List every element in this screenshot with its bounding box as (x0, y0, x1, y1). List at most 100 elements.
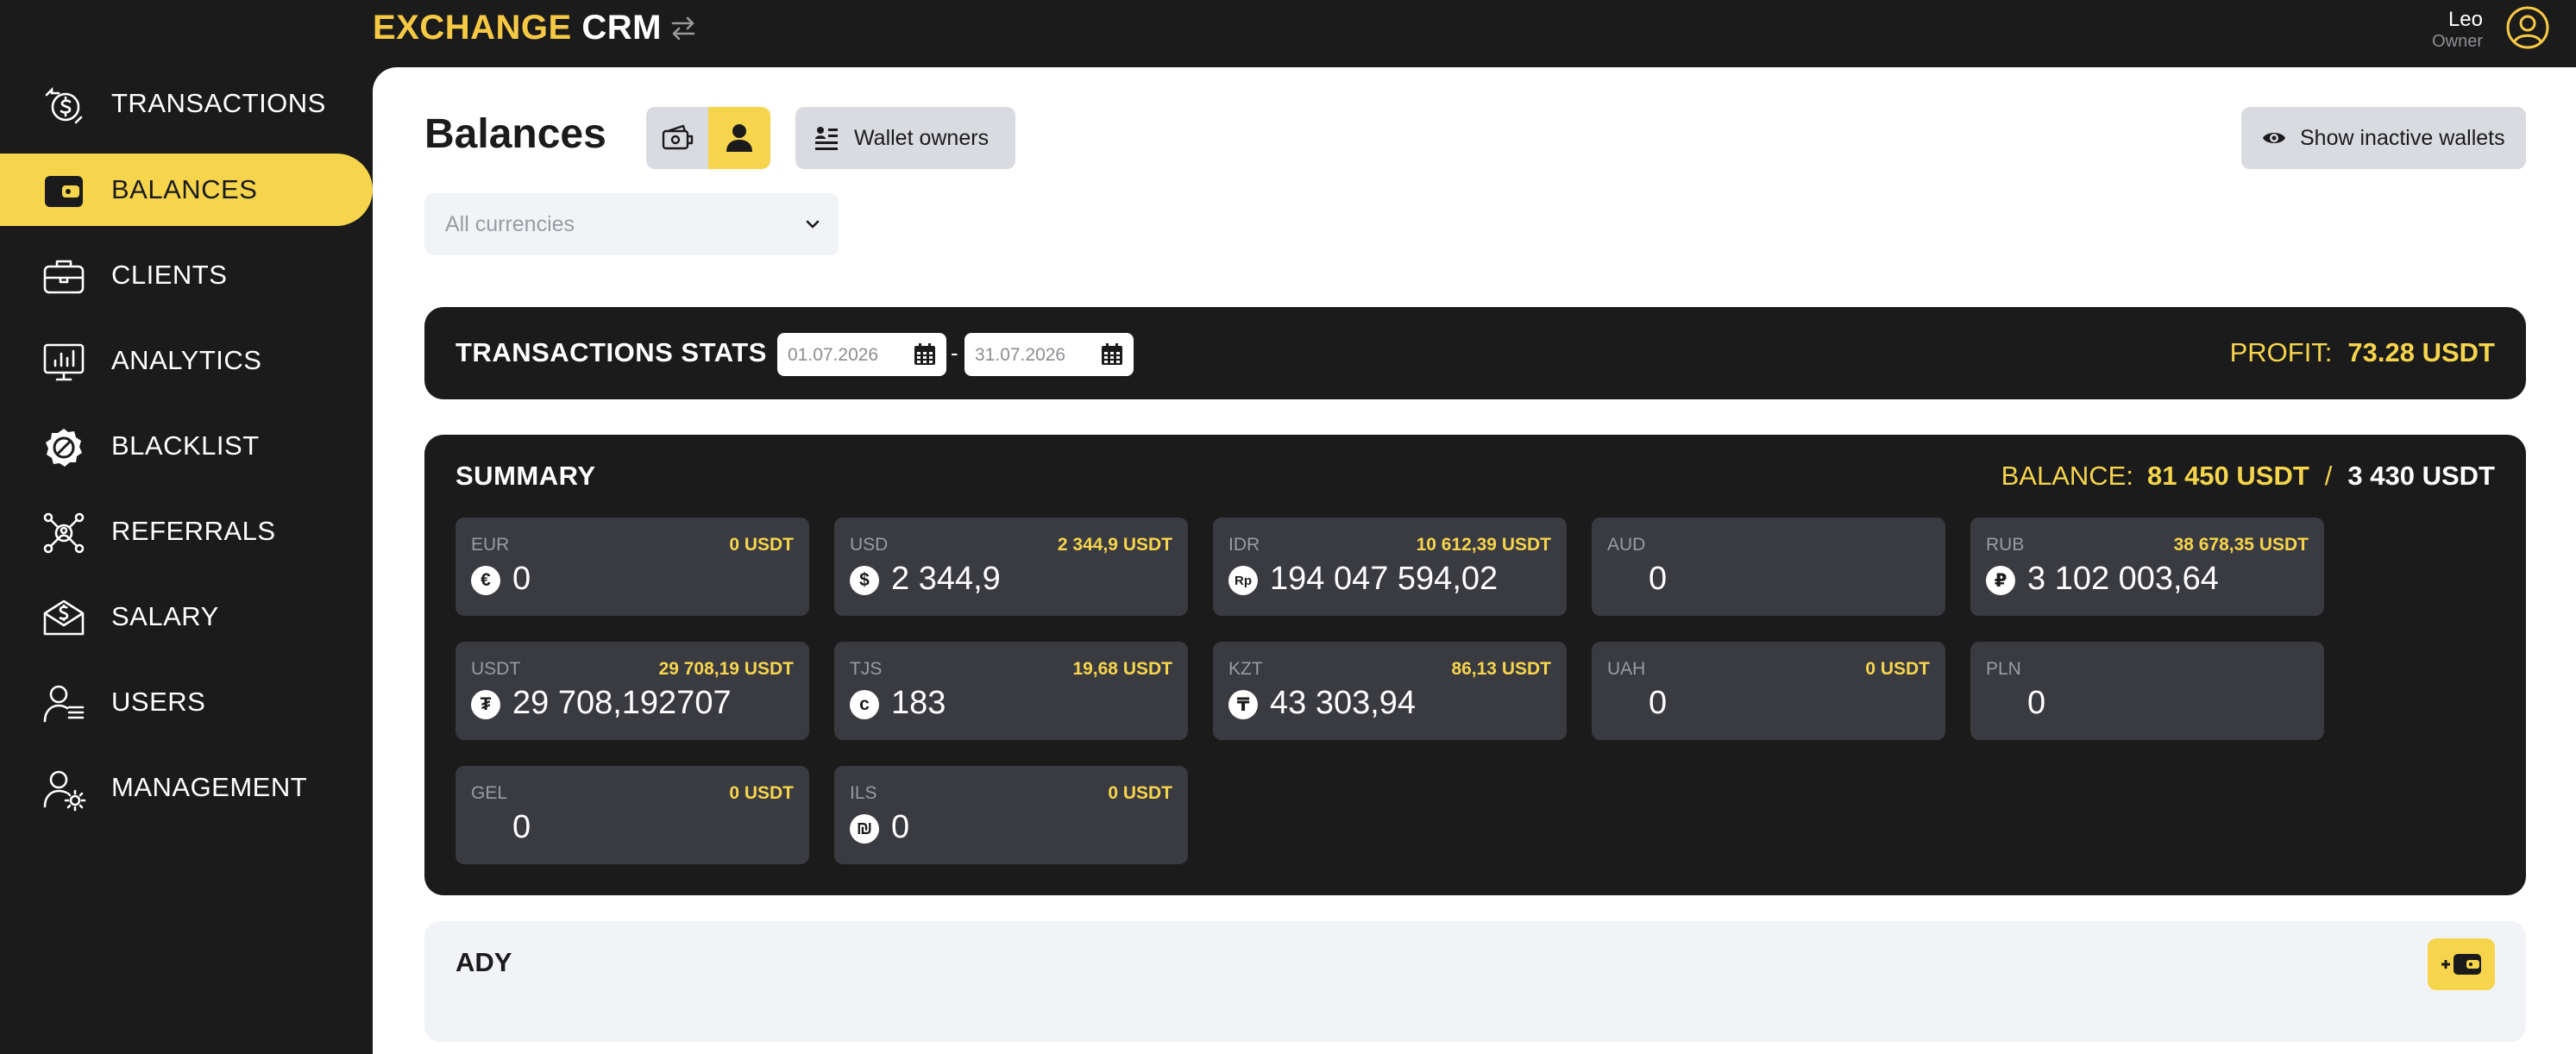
date-to-input[interactable]: 31.07.2026 (964, 333, 1134, 376)
currency-usdt-value: 0 USDT (729, 535, 794, 555)
currency-amount: 194 047 594,02 (1270, 561, 1498, 597)
currency-code: USD (850, 535, 889, 555)
referrals-icon (43, 512, 85, 554)
calendar-icon[interactable] (1101, 343, 1123, 366)
profit-label: PROFIT: (2229, 337, 2333, 367)
add-wallet-icon (2441, 954, 2481, 975)
currency-amount: 0 (512, 809, 531, 845)
currency-usdt-value: 0 USDT (1108, 783, 1172, 803)
currency-usdt-value: 19,68 USDT (1072, 659, 1172, 679)
swap-arrows-icon[interactable] (668, 14, 699, 43)
currency-card-gel[interactable]: GEL 0 USDT 0 (456, 766, 809, 864)
toggle-wallets-view[interactable] (646, 107, 708, 169)
cash-wallet-icon (662, 124, 694, 150)
balance-separator: / (2324, 461, 2333, 491)
currency-code: EUR (471, 535, 510, 555)
sidebar-item-label: TRANSACTIONS (111, 88, 326, 118)
show-inactive-label: Show inactive wallets (2300, 125, 2505, 150)
currency-amount: 29 708,192707 (512, 685, 732, 721)
currency-code: UAH (1607, 659, 1646, 679)
analytics-icon (43, 343, 85, 381)
sidebar: TRANSACTIONS BALANCES CLIENTS ANALYTICS … (0, 67, 373, 1054)
sidebar-item-clients[interactable]: CLIENTS (0, 239, 373, 311)
sidebar-item-label: BALANCES (111, 174, 258, 204)
management-icon (43, 770, 86, 812)
currency-filter-select[interactable]: All currencies (424, 193, 839, 255)
wallet-owners-button[interactable]: Wallet owners (795, 107, 1015, 169)
somoni-icon: c (850, 690, 879, 719)
sidebar-item-referrals[interactable]: REFERRALS (0, 495, 373, 568)
sidebar-item-analytics[interactable]: ANALYTICS (0, 324, 373, 397)
euro-icon: € (471, 566, 500, 595)
sidebar-item-management[interactable]: MANAGEMENT (0, 751, 373, 824)
currency-amount: 0 (512, 561, 531, 597)
view-toggle (646, 107, 770, 169)
tether-icon: ₮ (471, 690, 500, 719)
currency-amount: 183 (891, 685, 946, 721)
sidebar-item-label: USERS (111, 687, 206, 717)
currency-card-pln[interactable]: PLN 0 (1970, 642, 2324, 740)
add-wallet-button[interactable] (2428, 938, 2495, 990)
date-range-separator: - (951, 340, 958, 366)
currency-card-kzt[interactable]: KZT 86,13 USDT ₸ 43 303,94 (1213, 642, 1567, 740)
currency-amount: 43 303,94 (1270, 685, 1417, 721)
currency-card-idr[interactable]: IDR 10 612,39 USDT Rp 194 047 594,02 (1213, 518, 1567, 616)
currency-code: AUD (1607, 535, 1646, 555)
rupiah-icon: Rp (1228, 566, 1258, 595)
currency-amount: 0 (1649, 685, 1668, 721)
sidebar-item-label: ANALYTICS (111, 345, 262, 375)
wallet-title: ADY (456, 947, 512, 977)
currency-card-usd[interactable]: USD 2 344,9 USDT $ 2 344,9 (834, 518, 1188, 616)
currency-amount: 3 102 003,64 (2027, 561, 2219, 597)
currency-amount: 0 (1649, 561, 1668, 597)
currency-card-ils[interactable]: ILS 0 USDT ₪ 0 (834, 766, 1188, 864)
sidebar-item-salary[interactable]: SALARY (0, 580, 373, 653)
currency-card-rub[interactable]: RUB 38 678,35 USDT ₽ 3 102 003,64 (1970, 518, 2324, 616)
currency-card-uah[interactable]: UAH 0 USDT 0 (1592, 642, 1945, 740)
sidebar-item-blacklist[interactable]: BLACKLIST (0, 410, 373, 482)
user-info: Leo Owner (2432, 9, 2483, 52)
user-name: Leo (2447, 8, 2483, 31)
currency-card-eur[interactable]: EUR 0 USDT € 0 (456, 518, 809, 616)
currency-card-tjs[interactable]: TJS 19,68 USDT c 183 (834, 642, 1188, 740)
currency-code: KZT (1228, 659, 1263, 679)
wallet-owners-label: Wallet owners (854, 125, 990, 150)
currency-amount: 0 (2027, 685, 2046, 721)
date-from-input[interactable]: 01.07.2026 (777, 333, 946, 376)
stats-title: TRANSACTIONS STATS (456, 337, 767, 367)
currency-usdt-value: 29 708,19 USDT (658, 659, 794, 679)
user-avatar-icon[interactable] (2505, 5, 2550, 50)
currency-code: GEL (471, 783, 508, 803)
transactions-icon (45, 86, 83, 124)
date-to-value: 31.07.2026 (975, 345, 1066, 365)
currency-code: IDR (1228, 535, 1260, 555)
balance-value-secondary: 3 430 USDT (2347, 461, 2495, 491)
currency-code: ILS (850, 783, 877, 803)
toggle-owners-view[interactable] (708, 107, 770, 169)
calendar-icon[interactable] (914, 343, 936, 366)
ruble-icon: ₽ (1986, 566, 2015, 595)
currency-usdt-value: 0 USDT (729, 783, 794, 803)
currency-code: TJS (850, 659, 883, 679)
app-logo[interactable]: EXCHANGE CRM (373, 9, 662, 47)
sidebar-item-label: CLIENTS (111, 260, 228, 290)
balance-label: BALANCE: (2001, 461, 2133, 491)
currency-card-aud[interactable]: AUD 0 (1592, 518, 1945, 616)
balance-value: 81 450 USDT (2146, 461, 2309, 491)
sidebar-item-users[interactable]: USERS (0, 666, 373, 738)
person-icon (726, 124, 752, 152)
sidebar-item-label: MANAGEMENT (111, 772, 308, 802)
page-title: Balances (424, 111, 606, 157)
currency-card-usdt[interactable]: USDT 29 708,19 USDT ₮ 29 708,192707 (456, 642, 809, 740)
sidebar-item-transactions[interactable]: TRANSACTIONS (0, 67, 373, 140)
shekel-icon: ₪ (850, 814, 879, 844)
currency-usdt-value: 10 612,39 USDT (1416, 535, 1551, 555)
logo-text-primary: EXCHANGE (373, 9, 572, 47)
tenge-icon: ₸ (1228, 690, 1258, 719)
transactions-stats-bar: TRANSACTIONS STATS 01.07.2026 - 31.07.20… (424, 307, 2526, 399)
sidebar-item-balances[interactable]: BALANCES (0, 154, 373, 226)
currency-usdt-value: 86,13 USDT (1451, 659, 1551, 679)
show-inactive-wallets-button[interactable]: Show inactive wallets (2241, 107, 2526, 169)
currency-filter-placeholder: All currencies (445, 212, 575, 236)
currency-usdt-value: 0 USDT (1865, 659, 1930, 679)
